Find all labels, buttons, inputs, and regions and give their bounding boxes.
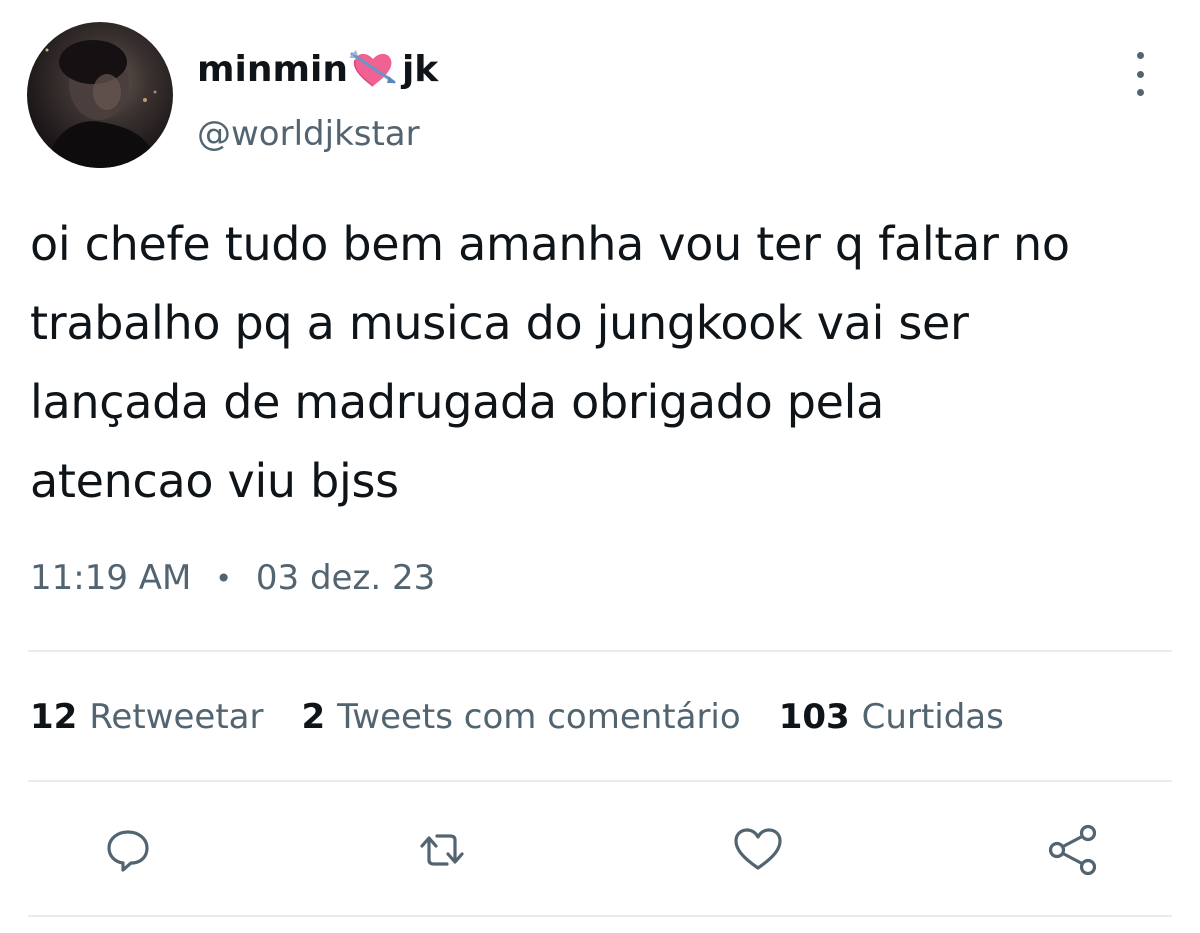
quote-tweets-count: 2: [301, 697, 326, 737]
likes-label: Curtidas: [861, 697, 1004, 737]
likes-stat[interactable]: 103 Curtidas: [779, 697, 1004, 737]
meta-separator: •: [215, 561, 232, 595]
reply-icon: [104, 826, 152, 874]
divider: [28, 780, 1172, 782]
tweet-stats: 12 Retweetar 2 Tweets com comentário 103 Cu…: [30, 697, 1042, 737]
tweet-text-line: trabalho pq a musica do jungkook vai ser: [30, 296, 969, 350]
tweet-text-line: atencao viu bjss: [30, 454, 399, 508]
quote-tweets-stat[interactable]: 2 Tweets com comentário: [301, 697, 740, 737]
tweet-time: 11:19 AM: [30, 558, 192, 598]
like-button[interactable]: [730, 822, 786, 878]
quote-tweets-label: Tweets com comentário: [337, 697, 741, 737]
tweet-text-line: lançada de madrugada obrigado pela: [30, 375, 885, 429]
more-options-button[interactable]: [1120, 52, 1160, 96]
display-name[interactable]: minmin jk: [197, 48, 438, 90]
like-icon: [732, 826, 784, 874]
retweet-button[interactable]: [414, 822, 470, 878]
avatar[interactable]: [27, 22, 173, 168]
retweets-stat[interactable]: 12 Retweetar: [30, 697, 263, 737]
tweet-timestamp[interactable]: 11:19 AM • 03 dez. 23: [30, 558, 435, 598]
more-dot-icon: [1136, 89, 1144, 96]
display-name-suffix: jk: [401, 48, 439, 90]
heart-with-arrow-emoji-icon: [348, 48, 396, 90]
retweet-icon: [414, 826, 470, 874]
divider: [28, 915, 1172, 917]
more-dot-icon: [1136, 70, 1144, 78]
retweets-label: Retweetar: [89, 697, 264, 737]
likes-count: 103: [778, 697, 850, 737]
divider: [28, 650, 1172, 652]
share-button[interactable]: [1046, 822, 1102, 878]
reply-button[interactable]: [100, 822, 156, 878]
tweet-text-line: oi chefe tudo bem amanha vou ter q falta…: [30, 217, 1070, 271]
share-icon: [1046, 824, 1102, 876]
retweets-count: 12: [30, 697, 78, 737]
display-name-prefix: minmin: [197, 48, 348, 90]
tweet-date: 03 dez. 23: [255, 558, 436, 598]
more-dot-icon: [1136, 52, 1144, 59]
user-handle[interactable]: @worldjkstar: [197, 114, 420, 154]
tweet-text: oi chefe tudo bem amanha vou ter q falta…: [30, 205, 1180, 521]
